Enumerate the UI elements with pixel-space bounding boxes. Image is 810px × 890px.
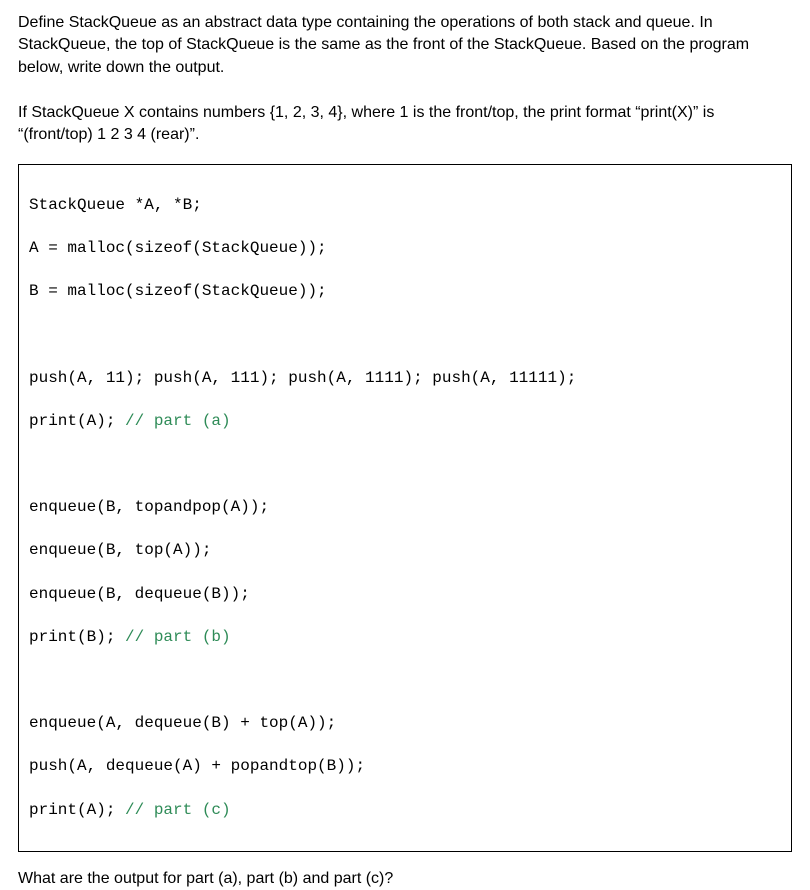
blank-line: [29, 325, 781, 347]
code-comment: // part (a): [125, 412, 231, 430]
blank-line: [29, 670, 781, 692]
code-block: StackQueue *A, *B; A = malloc(sizeof(Sta…: [18, 164, 792, 851]
code-line: enqueue(A, dequeue(B) + top(A));: [29, 713, 781, 735]
code-line: StackQueue *A, *B;: [29, 195, 781, 217]
code-text: print(A);: [29, 801, 125, 819]
code-line: enqueue(B, dequeue(B));: [29, 584, 781, 606]
code-comment: // part (c): [125, 801, 231, 819]
code-line: print(A); // part (a): [29, 411, 781, 433]
code-line: push(A, 11); push(A, 111); push(A, 1111)…: [29, 368, 781, 390]
code-line: A = malloc(sizeof(StackQueue));: [29, 238, 781, 260]
intro-paragraph-2: If StackQueue X contains numbers {1, 2, …: [18, 102, 792, 147]
code-line: enqueue(B, topandpop(A));: [29, 497, 781, 519]
code-text: print(B);: [29, 628, 125, 646]
blank-line: [29, 454, 781, 476]
code-line: enqueue(B, top(A));: [29, 540, 781, 562]
code-text: print(A);: [29, 412, 125, 430]
problem-intro: Define StackQueue as an abstract data ty…: [18, 12, 792, 146]
code-comment: // part (b): [125, 628, 231, 646]
question-text: What are the output for part (a), part (…: [18, 868, 792, 890]
intro-paragraph-1: Define StackQueue as an abstract data ty…: [18, 12, 792, 79]
code-line: B = malloc(sizeof(StackQueue));: [29, 281, 781, 303]
code-line: print(A); // part (c): [29, 800, 781, 822]
code-line: print(B); // part (b): [29, 627, 781, 649]
code-line: push(A, dequeue(A) + popandtop(B));: [29, 756, 781, 778]
